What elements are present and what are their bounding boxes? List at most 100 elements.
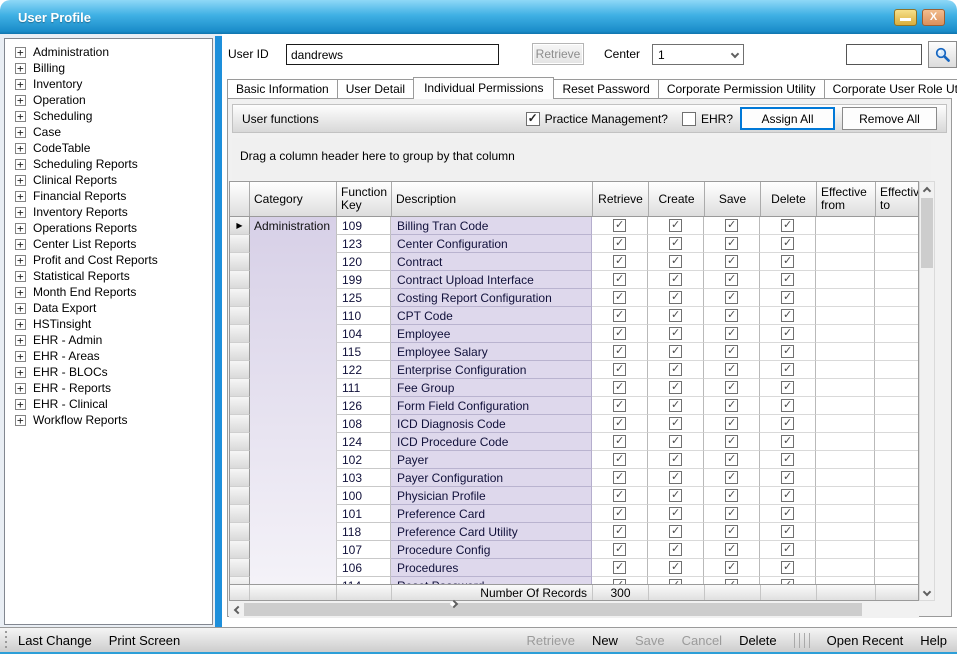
- expand-icon[interactable]: [15, 351, 26, 362]
- expand-icon[interactable]: [15, 127, 26, 138]
- function-key-cell[interactable]: 110: [336, 307, 391, 325]
- save-checkbox[interactable]: [725, 417, 738, 430]
- save-checkbox[interactable]: [725, 381, 738, 394]
- delete-checkbox[interactable]: [781, 345, 794, 358]
- effective-from-cell[interactable]: [816, 217, 875, 235]
- function-key-cell[interactable]: 102: [336, 451, 391, 469]
- user-id-input[interactable]: [286, 44, 499, 65]
- sidebar-item-scheduling-reports[interactable]: Scheduling Reports: [5, 156, 212, 172]
- function-key-cell[interactable]: 123: [336, 235, 391, 253]
- category-cell[interactable]: [250, 469, 337, 487]
- delete-checkbox[interactable]: [781, 399, 794, 412]
- row-indicator-cell[interactable]: [230, 379, 250, 397]
- description-cell[interactable]: Form Field Configuration: [391, 397, 592, 415]
- row-indicator-cell[interactable]: [230, 487, 250, 505]
- save-checkbox[interactable]: [725, 579, 738, 584]
- description-cell[interactable]: Contract: [391, 253, 592, 271]
- description-cell[interactable]: Preference Card Utility: [391, 523, 592, 541]
- create-checkbox[interactable]: [669, 219, 682, 232]
- effective-from-cell[interactable]: [816, 343, 875, 361]
- row-indicator-cell[interactable]: [230, 271, 250, 289]
- expand-icon[interactable]: [15, 319, 26, 330]
- table-row[interactable]: 111Fee Group: [230, 379, 918, 397]
- sidebar-item-ehr-reports[interactable]: EHR - Reports: [5, 380, 212, 396]
- effective-from-cell[interactable]: [816, 469, 875, 487]
- delete-checkbox[interactable]: [781, 489, 794, 502]
- category-cell[interactable]: [250, 523, 337, 541]
- effective-from-cell[interactable]: [816, 271, 875, 289]
- sidebar-item-inventory-reports[interactable]: Inventory Reports: [5, 204, 212, 220]
- description-cell[interactable]: Procedure Config: [391, 541, 592, 559]
- category-cell[interactable]: Administration: [250, 217, 337, 235]
- category-cell[interactable]: [250, 253, 337, 271]
- effective-to-cell[interactable]: [875, 523, 918, 541]
- scroll-right-button[interactable]: [904, 602, 919, 617]
- create-checkbox[interactable]: [669, 543, 682, 556]
- expand-icon[interactable]: [15, 191, 26, 202]
- table-row[interactable]: 101Preference Card: [230, 505, 918, 523]
- table-row[interactable]: 108ICD Diagnosis Code: [230, 415, 918, 433]
- category-cell[interactable]: [250, 307, 337, 325]
- expand-icon[interactable]: [15, 143, 26, 154]
- retrieve-checkbox[interactable]: [613, 525, 626, 538]
- create-checkbox[interactable]: [669, 309, 682, 322]
- effective-to-cell[interactable]: [875, 505, 918, 523]
- statusbar-button-delete[interactable]: Delete: [739, 633, 777, 648]
- function-key-cell[interactable]: 125: [336, 289, 391, 307]
- delete-checkbox[interactable]: [781, 237, 794, 250]
- function-key-cell[interactable]: 199: [336, 271, 391, 289]
- category-cell[interactable]: [250, 433, 337, 451]
- column-header-description[interactable]: Description: [392, 182, 593, 216]
- row-indicator-cell[interactable]: [230, 343, 250, 361]
- category-cell[interactable]: [250, 577, 337, 584]
- effective-from-cell[interactable]: [816, 523, 875, 541]
- statusbar-button-last-change[interactable]: Last Change: [18, 633, 92, 648]
- description-cell[interactable]: Costing Report Configuration: [391, 289, 592, 307]
- function-key-cell[interactable]: 104: [336, 325, 391, 343]
- save-checkbox[interactable]: [725, 237, 738, 250]
- column-header-retrieve[interactable]: Retrieve: [593, 182, 649, 216]
- row-indicator-cell[interactable]: ▶: [230, 217, 250, 235]
- assign-all-button[interactable]: Assign All: [740, 107, 835, 130]
- retrieve-checkbox[interactable]: [613, 219, 626, 232]
- sidebar-item-ehr-admin[interactable]: EHR - Admin: [5, 332, 212, 348]
- delete-checkbox[interactable]: [781, 471, 794, 484]
- effective-to-cell[interactable]: [875, 361, 918, 379]
- retrieve-checkbox[interactable]: [613, 543, 626, 556]
- function-key-cell[interactable]: 122: [336, 361, 391, 379]
- row-indicator-cell[interactable]: [230, 559, 250, 577]
- effective-to-cell[interactable]: [875, 451, 918, 469]
- effective-from-cell[interactable]: [816, 505, 875, 523]
- delete-checkbox[interactable]: [781, 381, 794, 394]
- effective-to-cell[interactable]: [875, 577, 918, 584]
- scroll-down-button[interactable]: [920, 585, 935, 600]
- horizontal-scroll-thumb[interactable]: [244, 603, 862, 616]
- effective-to-cell[interactable]: [875, 541, 918, 559]
- table-row[interactable]: 106Procedures: [230, 559, 918, 577]
- retrieve-checkbox[interactable]: [613, 255, 626, 268]
- tab-corporate-user-role-utility[interactable]: Corporate User Role Utility: [824, 79, 957, 98]
- description-cell[interactable]: Payer Configuration: [391, 469, 592, 487]
- effective-from-cell[interactable]: [816, 307, 875, 325]
- effective-from-cell[interactable]: [816, 397, 875, 415]
- description-cell[interactable]: Billing Tran Code: [391, 217, 592, 235]
- effective-to-cell[interactable]: [875, 433, 918, 451]
- function-key-cell[interactable]: 108: [336, 415, 391, 433]
- create-checkbox[interactable]: [669, 453, 682, 466]
- effective-to-cell[interactable]: [875, 307, 918, 325]
- category-cell[interactable]: [250, 397, 337, 415]
- retrieve-checkbox[interactable]: [613, 471, 626, 484]
- statusbar-button-print-screen[interactable]: Print Screen: [109, 633, 181, 648]
- table-row[interactable]: 124ICD Procedure Code: [230, 433, 918, 451]
- ehr-checkbox[interactable]: [682, 112, 696, 126]
- category-cell[interactable]: [250, 487, 337, 505]
- retrieve-checkbox[interactable]: [613, 309, 626, 322]
- create-checkbox[interactable]: [669, 345, 682, 358]
- save-checkbox[interactable]: [725, 471, 738, 484]
- expand-icon[interactable]: [15, 175, 26, 186]
- tab-user-detail[interactable]: User Detail: [337, 79, 414, 98]
- sidebar-item-operations-reports[interactable]: Operations Reports: [5, 220, 212, 236]
- expand-icon[interactable]: [15, 287, 26, 298]
- retrieve-checkbox[interactable]: [613, 237, 626, 250]
- table-row[interactable]: ▶Administration109Billing Tran Code: [230, 217, 918, 235]
